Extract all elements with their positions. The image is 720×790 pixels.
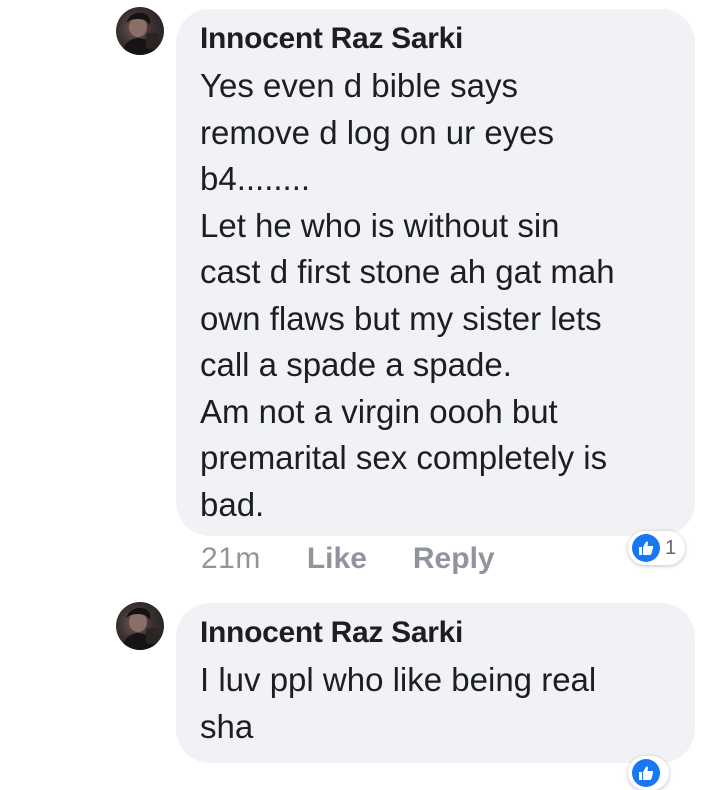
comment-line: Let he who is without sin [200,206,560,244]
comment-bubble: Innocent Raz Sarki I luv ppl who like be… [176,603,695,763]
comment-text: I luv ppl who like being real sha [200,657,671,750]
comment-line: Am not a virgin oooh but [200,392,558,430]
comment-line: call a spade a spade. [200,346,512,383]
avatar-photo [122,12,158,55]
comment-line: sha [200,707,254,745]
comment-line: bad. [200,485,265,523]
comment-line: own flaws but my sister lets [200,299,602,337]
reply-button[interactable]: Reply [413,542,495,575]
reaction-count: 1 [665,537,677,559]
comment-line: premarital sex completely is [200,439,608,476]
comment-text: Yes even d bible says remove d log on ur… [200,63,671,528]
author-name[interactable]: Innocent Raz Sarki [200,22,671,56]
comment-bubble: Innocent Raz Sarki Yes even d bible says… [176,9,695,536]
avatar[interactable] [116,602,164,650]
author-name[interactable]: Innocent Raz Sarki [200,616,671,650]
timestamp[interactable]: 21m [201,542,261,575]
thumbs-up-icon [632,759,660,787]
comment-line: remove d log on ur eyes [200,113,555,151]
like-button[interactable]: Like [307,542,367,575]
comment-line: b4........ [200,160,311,197]
avatar[interactable] [116,7,164,55]
reaction-summary[interactable] [628,756,669,790]
comment-line: Yes even d bible says [200,67,518,104]
comment-line: I luv ppl who like being real [200,661,597,698]
avatar-photo [122,607,158,650]
thumbs-up-icon [632,534,660,562]
comment-line: cast d first stone ah gat mah [200,253,615,290]
reaction-summary[interactable]: 1 [628,531,686,565]
comment-actions: 21m Like Reply [201,542,495,576]
